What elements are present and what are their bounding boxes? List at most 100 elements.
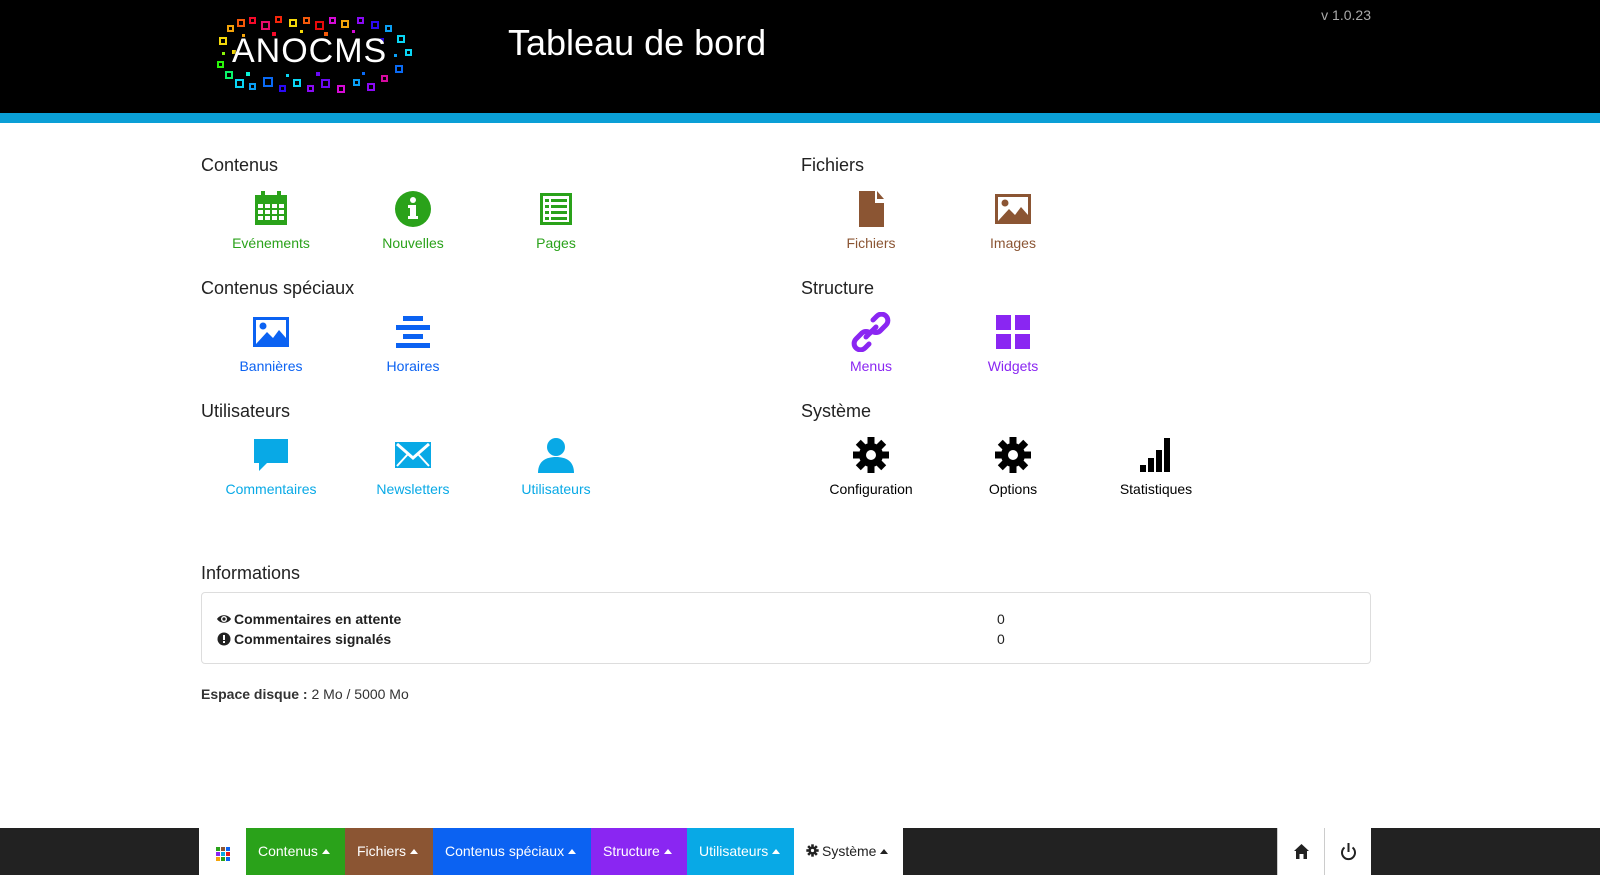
section-title: Système [801,401,872,421]
tile-label: Widgets [987,358,1039,374]
section-utilisateurs: Utilisateurs Commentaires Newsletters Ut… [201,401,591,497]
nav-fichiers[interactable]: Fichiers [345,828,433,875]
section-title: Structure [801,278,875,298]
tile-newsletters[interactable]: Newsletters [343,435,483,497]
header: ANOCMS Tableau de bord v 1.0.23 [0,0,1600,113]
tile-label: Menus [849,358,893,374]
picture-icon [253,317,289,347]
nav-label: Système [822,843,877,859]
tile-options[interactable]: Options [943,435,1083,497]
apps-menu-button[interactable] [199,828,246,875]
tile-label: Newsletters [376,481,450,497]
caret-up-icon [663,849,672,854]
disk-usage: Espace disque : 2 Mo / 5000 Mo [201,686,409,702]
section-title: Fichiers [801,155,865,175]
info-value: 0 [997,611,1005,627]
caret-up-icon [568,849,577,854]
tile-evenements[interactable]: Evénements [201,189,341,251]
power-icon [1341,843,1356,861]
nav-structure[interactable]: Structure [591,828,687,875]
user-icon [538,438,574,473]
logo-text: ANOCMS [232,32,388,70]
nav-contenus[interactable]: Contenus [246,828,345,875]
nav-utilisateurs[interactable]: Utilisateurs [687,828,794,875]
tile-label: Bannières [239,358,303,374]
tile-horaires[interactable]: Horaires [343,312,483,374]
tile-label: Commentaires [225,481,317,497]
cog-icon [806,844,819,857]
nav-label: Fichiers [357,843,407,859]
tile-fichiers[interactable]: Fichiers [801,189,941,251]
tile-label: Images [990,235,1036,251]
disk-label: Espace disque : [201,686,308,702]
caret-up-icon [772,849,781,854]
tile-images[interactable]: Images [943,189,1083,251]
info-label: Commentaires signalés [234,631,392,647]
info-icon [395,191,431,227]
logout-button[interactable] [1324,828,1371,875]
info-row-reported[interactable]: Commentaires signalés [216,631,391,647]
cog-icon [995,437,1031,473]
file-icon [859,191,884,227]
tile-label: Utilisateurs [521,481,591,497]
home-icon [1294,844,1309,859]
informations-panel: Commentaires en attente 0 Commentaires s… [201,592,1371,664]
eye-icon [217,615,231,623]
tile-commentaires[interactable]: Commentaires [201,435,341,497]
tile-label: Options [988,481,1038,497]
tile-label: Pages [536,235,576,251]
nav-label: Contenus [258,843,318,859]
anocms-logo[interactable]: ANOCMS [212,14,418,96]
section-title: Contenus spéciaux [201,278,355,298]
tile-label: Evénements [232,235,310,251]
tile-label: Statistiques [1119,481,1193,497]
envelope-icon [395,442,431,468]
tile-utilisateurs[interactable]: Utilisateurs [486,435,626,497]
grid-icon [996,315,1030,349]
tile-pages[interactable]: Pages [486,189,626,251]
caret-up-icon [410,849,419,854]
disk-value: 2 Mo / 5000 Mo [311,686,409,702]
tile-menus[interactable]: Menus [801,312,941,374]
section-fichiers: Fichiers Fichiers Images [801,155,1036,251]
header-stripe [0,113,1600,123]
bottom-navbar: Contenus Fichiers Contenus spéciaux Stru… [0,828,1600,875]
apps-grid-icon [216,847,230,861]
tile-label: Configuration [829,481,913,497]
info-value: 0 [997,631,1005,647]
picture-icon [995,194,1031,224]
nav-label: Contenus spéciaux [445,843,565,859]
link-icon [851,312,891,352]
section-title: Contenus [201,155,279,175]
section-contenus-speciaux: Contenus spéciaux Bannières Horaires [201,278,439,374]
align-center-icon [396,316,430,348]
tile-label: Nouvelles [382,235,444,251]
alert-icon [217,632,231,646]
section-systeme: Système Configuration Options Statistiqu… [801,401,1192,497]
comment-icon [254,439,288,471]
section-title: Utilisateurs [201,401,291,421]
tile-bannieres[interactable]: Bannières [201,312,341,374]
home-button[interactable] [1277,828,1324,875]
signal-icon [1140,438,1170,472]
section-contenus: Contenus Evénements Nouvelles Pages [201,155,576,251]
tile-nouvelles[interactable]: Nouvelles [343,189,483,251]
list-alt-icon [540,193,572,225]
tile-widgets[interactable]: Widgets [943,312,1083,374]
version-label: v 1.0.23 [1321,7,1371,23]
informations-title: Informations [201,563,301,583]
tile-label: Fichiers [846,235,896,251]
cog-icon [853,437,889,473]
nav-contenus-speciaux[interactable]: Contenus spéciaux [433,828,591,875]
nav-label: Structure [603,843,660,859]
calendar-icon [255,191,287,225]
page-title: Tableau de bord [508,22,767,63]
tile-statistiques[interactable]: Statistiques [1086,435,1226,497]
section-structure: Structure Menus Widgets [801,278,1038,374]
info-row-pending[interactable]: Commentaires en attente [216,611,401,627]
tile-configuration[interactable]: Configuration [801,435,941,497]
nav-systeme[interactable]: Système [794,828,903,875]
caret-up-icon [321,849,330,854]
nav-label: Utilisateurs [699,843,769,859]
caret-up-icon [880,849,889,854]
